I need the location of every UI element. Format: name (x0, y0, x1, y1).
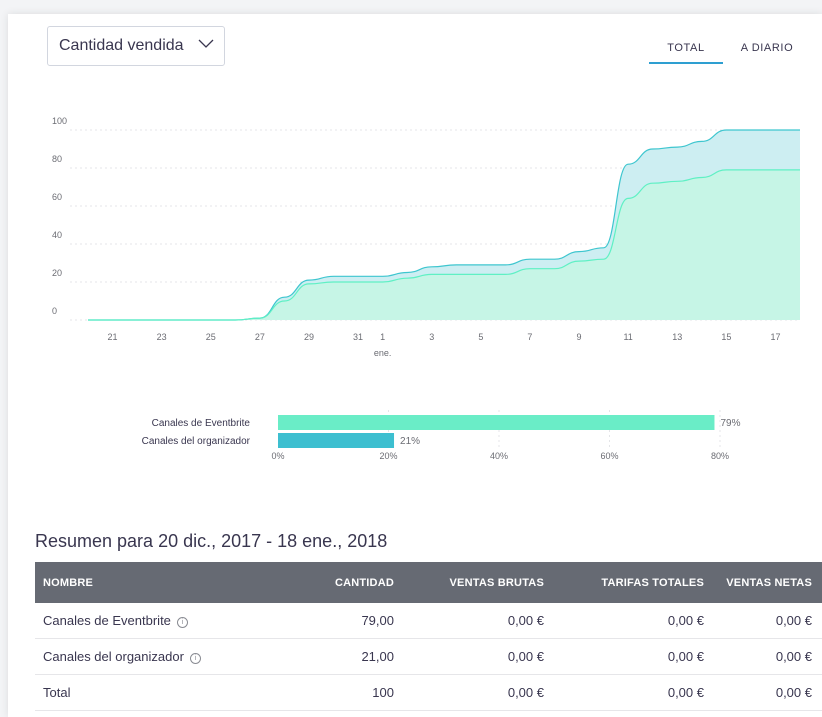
area-series-1 (88, 169, 800, 320)
y-tick-label: 0 (52, 306, 57, 316)
tab-total[interactable]: TOTAL (649, 42, 723, 54)
bar-x-tick-label: 40% (490, 451, 508, 461)
summary-title: Resumen para 20 dic., 2017 - 18 ene., 20… (35, 531, 388, 551)
table-row: Canales del organizador i 21,00 0,00 € 0,… (35, 638, 822, 675)
table-row-total: Total 100 0,00 € 0,00 € 0,00 € (35, 674, 822, 711)
y-tick-label: 100 (52, 116, 67, 126)
bar-x-tick-label: 0% (271, 451, 284, 461)
x-tick-label: 1 (380, 332, 385, 342)
x-tick-label: 3 (429, 332, 434, 342)
x-month-label: ene. (374, 348, 392, 358)
bar-x-tick-label: 60% (600, 451, 618, 461)
x-tick-label: 7 (527, 332, 532, 342)
row-name: Canales del organizador i (35, 638, 304, 675)
row-cantidad: 79,00 (304, 603, 404, 639)
x-tick-label: 15 (721, 332, 731, 342)
x-tick-label: 31 (353, 332, 363, 342)
row-tarifas-totales: 0,00 € (554, 638, 714, 675)
row-ventas-brutas: 0,00 € (404, 603, 554, 639)
row-ventas-brutas: 0,00 € (404, 638, 554, 675)
y-tick-label: 20 (52, 268, 62, 278)
info-circle-icon[interactable]: i (189, 653, 201, 664)
chevron-down-icon (198, 39, 214, 48)
tab-total-active-indicator (649, 62, 723, 64)
y-tick-label: 60 (52, 192, 62, 202)
bar-category-label: Canales de Eventbrite (152, 418, 251, 429)
info-circle-icon[interactable]: i (176, 617, 188, 628)
col-header-ventas-brutas[interactable]: VENTAS BRUTAS (404, 562, 554, 603)
table-row: Canales de Eventbrite i 79,00 0,00 € 0,00… (35, 603, 822, 639)
bar-value-label: 21% (400, 436, 420, 447)
table-header-row: NOMBRE CANTIDAD VENTAS BRUTAS TARIFAS TO… (35, 562, 822, 603)
row-tarifas-totales: 0,00 € (554, 674, 714, 711)
channel-share-bar-chart: 0% 20% 40% 60% 80% Canales de Eventbrite 79% Ca… (142, 410, 741, 461)
summary-table: NOMBRE CANTIDAD VENTAS BRUTAS TARIFAS TO… (35, 562, 822, 711)
bar-1 (278, 433, 395, 448)
bar-x-tick-label: 80% (711, 451, 729, 461)
row-ventas-brutas: 0,00 € (404, 674, 554, 711)
col-header-ventas-netas[interactable]: VENTAS NETAS (714, 562, 822, 603)
bar-0 (278, 415, 715, 430)
bar-category-label: Canales del organizador (142, 436, 251, 447)
bar-x-tick-label: 20% (379, 451, 397, 461)
col-header-nombre[interactable]: NOMBRE (35, 562, 304, 603)
x-tick-label: 5 (478, 332, 483, 342)
row-ventas-netas: 0,00 € (714, 638, 822, 675)
row-cantidad: 21,00 (304, 638, 404, 675)
row-name: Canales de Eventbrite i (35, 603, 304, 639)
row-tarifas-totales: 0,00 € (554, 603, 714, 639)
row-name: Total (35, 674, 304, 711)
cumulative-area-chart: 02040608010021 23 25 27 29 31 1 3 5 7 9 11 13 15 17ene… (52, 116, 800, 358)
bar-value-label: 79% (720, 418, 740, 429)
tab-a-diario[interactable]: A DIARIO (733, 42, 801, 54)
x-tick-label: 27 (255, 332, 265, 342)
metric-dropdown-label: Cantidad vendida (59, 37, 184, 54)
x-tick-label: 9 (577, 332, 582, 342)
metric-dropdown[interactable]: Cantidad vendida (47, 26, 225, 66)
x-tick-label: 13 (672, 332, 682, 342)
col-header-cantidad[interactable]: CANTIDAD (304, 562, 404, 603)
x-tick-label: 29 (304, 332, 314, 342)
y-tick-label: 80 (52, 154, 62, 164)
row-ventas-netas: 0,00 € (714, 603, 822, 639)
y-tick-label: 40 (52, 230, 62, 240)
x-tick-label: 21 (108, 332, 118, 342)
x-tick-label: 11 (623, 332, 632, 342)
x-tick-label: 23 (157, 332, 167, 342)
row-ventas-netas: 0,00 € (714, 674, 822, 711)
x-tick-label: 25 (206, 332, 216, 342)
x-tick-label: 17 (770, 332, 780, 342)
col-header-tarifas-totales[interactable]: TARIFAS TOTALES (554, 562, 714, 603)
row-cantidad: 100 (304, 674, 404, 711)
